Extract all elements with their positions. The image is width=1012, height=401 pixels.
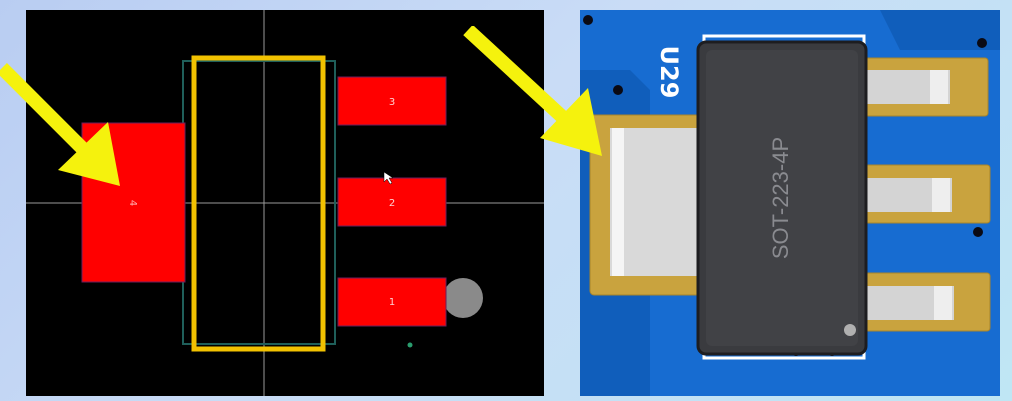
lead-4 [610, 128, 710, 276]
pad-4-label: 4 [127, 200, 138, 206]
callout-arrow-icon [463, 26, 602, 156]
pin1-dot-icon [844, 324, 856, 336]
pad-3[interactable]: 3 [337, 76, 447, 126]
pad-1[interactable]: 1 [337, 277, 447, 327]
3d-model-drawing: SOT-223-4P U29 [580, 10, 1000, 396]
origin-dot-icon [407, 342, 413, 348]
pad-3-label: 3 [389, 97, 395, 108]
pin1-marker-icon [443, 278, 483, 318]
callout-arrow-icon [0, 63, 120, 186]
package-label: SOT-223-4P [768, 137, 793, 259]
pad-1-label: 1 [389, 297, 395, 308]
pad-2-label: 2 [389, 198, 395, 209]
reference-designator: U29 [655, 46, 683, 99]
pad-2[interactable]: 2 [337, 177, 447, 227]
3d-model-view[interactable]: SOT-223-4P U29 [580, 10, 1000, 396]
